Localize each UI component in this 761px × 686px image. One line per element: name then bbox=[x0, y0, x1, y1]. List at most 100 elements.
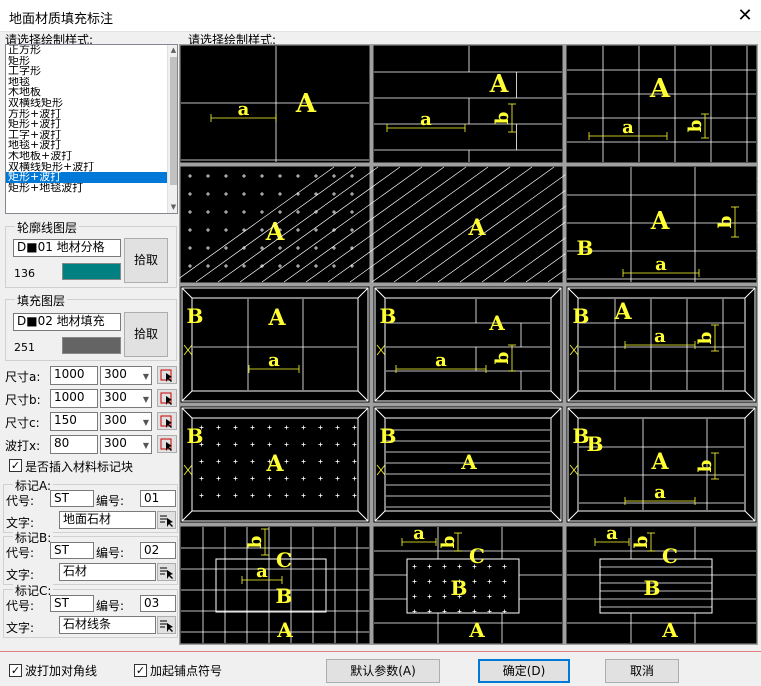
outline-color-swatch[interactable] bbox=[62, 263, 121, 280]
style-list-item[interactable]: 木地板 bbox=[6, 87, 167, 98]
style-list-item[interactable]: 工字形 bbox=[6, 66, 167, 77]
default-params-button[interactable]: 默认参数(A) bbox=[326, 659, 440, 683]
style-list-item[interactable]: 矩形+波打 bbox=[6, 119, 167, 130]
text-pick-icon bbox=[160, 620, 173, 632]
tile-label-A: A bbox=[460, 450, 477, 474]
style-thumbnail[interactable]: a b A bbox=[565, 44, 758, 164]
marker-code-input[interactable]: ST bbox=[50, 595, 94, 612]
size-combo[interactable]: 300 ▼ bbox=[100, 412, 152, 431]
marker-code-input[interactable]: ST bbox=[50, 542, 94, 559]
marker-code-label: 代号: bbox=[6, 546, 35, 560]
style-thumbnail[interactable]: abCBA bbox=[565, 523, 758, 645]
chevron-down-icon: ▼ bbox=[142, 441, 149, 450]
scroll-up-arrow-icon[interactable]: ▲ bbox=[168, 45, 177, 56]
tile-label-B: B bbox=[380, 304, 397, 328]
marker-text-pick-button[interactable] bbox=[157, 616, 176, 634]
outline-pick-button[interactable]: 拾取 bbox=[124, 238, 168, 283]
ok-button[interactable]: 确定(D) bbox=[478, 659, 570, 683]
marker-text-input[interactable]: 地面石材 bbox=[59, 511, 156, 529]
pick-cursor-button[interactable] bbox=[157, 366, 177, 384]
text-pick-icon bbox=[160, 567, 173, 579]
style-list-item[interactable]: 矩形+波打 bbox=[6, 172, 167, 183]
tile-label-A: A bbox=[276, 618, 293, 642]
style-thumbnail[interactable]: Aa b B bbox=[565, 165, 758, 284]
size-combo-value: 300 bbox=[104, 436, 127, 450]
style-thumbnail[interactable]: aA bbox=[179, 44, 371, 164]
scroll-thumb[interactable] bbox=[170, 57, 177, 185]
style-thumbnail[interactable]: a b A bbox=[372, 44, 564, 164]
tile-label-B: B bbox=[451, 576, 468, 600]
pick-cursor-button[interactable] bbox=[157, 412, 177, 430]
marker-text-pick-button[interactable] bbox=[157, 511, 176, 529]
style-thumbnail[interactable]: abCBA bbox=[372, 523, 564, 645]
tile-label-a: a bbox=[268, 350, 280, 371]
corner-line-checkbox[interactable]: ✓ bbox=[9, 664, 22, 677]
fill-color-swatch[interactable] bbox=[62, 337, 121, 354]
pick-cursor-button[interactable] bbox=[157, 389, 177, 407]
style-list-item[interactable]: 地毯 bbox=[6, 77, 167, 88]
style-thumbnail[interactable]: Aa b B bbox=[565, 285, 758, 404]
style-list-item[interactable]: 双横线矩形 bbox=[6, 98, 167, 109]
tile-label-A: A bbox=[265, 451, 284, 477]
marker-num-input[interactable]: 02 bbox=[140, 542, 176, 559]
pick-cursor-icon bbox=[160, 369, 172, 382]
style-thumbnail[interactable]: AB bbox=[179, 405, 371, 524]
tile-label-B: B bbox=[573, 424, 590, 448]
title-bar bbox=[0, 0, 761, 32]
tile-label-B: B bbox=[187, 304, 204, 328]
size-combo[interactable]: 300 ▼ bbox=[100, 366, 152, 385]
style-list-item[interactable]: 矩形+地毯波打 bbox=[6, 183, 167, 194]
style-list-item[interactable]: 正方形 bbox=[6, 45, 167, 56]
scroll-down-arrow-icon[interactable]: ▼ bbox=[168, 202, 177, 213]
window-title: 地面材质填充标注 bbox=[9, 12, 114, 27]
style-thumbnail[interactable]: AabBB bbox=[565, 405, 758, 524]
tile-label-A: A bbox=[267, 305, 286, 331]
style-thumbnail[interactable]: Aa b B bbox=[372, 285, 564, 404]
size-label: 尺寸b: bbox=[5, 393, 41, 407]
marker-text-input[interactable]: 石材线条 bbox=[59, 616, 156, 634]
close-button[interactable]: ✕ bbox=[732, 3, 758, 29]
tile-label-A: A bbox=[295, 89, 317, 119]
tile-label-b: b bbox=[695, 332, 716, 345]
tile-label-A: A bbox=[488, 311, 505, 335]
fill-pick-button[interactable]: 拾取 bbox=[124, 312, 168, 357]
style-listbox[interactable]: 正方形 矩形 工字形 地毯 木地板 双横线矩形 方形+波打 矩形+波打 工字+波打 地毯+波打 木地… bbox=[5, 44, 178, 214]
style-list-item[interactable]: 工字+波打 bbox=[6, 130, 167, 141]
size-combo[interactable]: 300 ▼ bbox=[100, 389, 152, 408]
cancel-button[interactable]: 取消 bbox=[605, 659, 679, 683]
size-label: 波打x: bbox=[5, 439, 41, 453]
pick-cursor-icon bbox=[160, 438, 172, 451]
style-thumbnail[interactable]: abCBA bbox=[179, 525, 371, 645]
style-list-item[interactable]: 木地板+波打 bbox=[6, 151, 167, 162]
style-list-item[interactable]: 矩形 bbox=[6, 56, 167, 67]
marker-text-input[interactable]: 石材 bbox=[59, 563, 156, 581]
tile-label-B: B bbox=[187, 424, 204, 448]
tile-label-a: a bbox=[435, 350, 447, 371]
style-thumbnail[interactable]: Aa B bbox=[179, 285, 371, 404]
marker-code-input[interactable]: ST bbox=[50, 490, 94, 507]
style-list-items: 正方形 矩形 工字形 地毯 木地板 双横线矩形 方形+波打 矩形+波打 工字+波打 地毯+波打 木地… bbox=[6, 45, 167, 193]
marker-num-input[interactable]: 03 bbox=[140, 595, 176, 612]
tile-label-A: A bbox=[649, 74, 671, 104]
style-list-scrollbar[interactable]: ▲ ▼ bbox=[167, 45, 177, 213]
style-list-item[interactable]: 双横线矩形+波打 bbox=[6, 162, 167, 173]
size-combo[interactable]: 300 ▼ bbox=[100, 435, 152, 454]
tile-label-B: B bbox=[577, 236, 594, 260]
corner-line-label: 波打加对角线 bbox=[25, 664, 98, 678]
size-input[interactable]: 1000 bbox=[50, 366, 98, 385]
size-input[interactable]: 80 bbox=[50, 435, 98, 454]
start-tile-checkbox[interactable]: ✓ bbox=[134, 664, 147, 677]
tile-label-b: b bbox=[631, 536, 652, 549]
pick-cursor-button[interactable] bbox=[157, 435, 177, 453]
style-list-item[interactable]: 方形+波打 bbox=[6, 109, 167, 120]
size-input[interactable]: 150 bbox=[50, 412, 98, 431]
style-list-item[interactable]: 地毯+波打 bbox=[6, 140, 167, 151]
insert-marker-checkbox[interactable]: ✓ bbox=[9, 459, 22, 472]
tile-label-b: b bbox=[492, 352, 513, 365]
size-input[interactable]: 1000 bbox=[50, 389, 98, 408]
marker-num-input[interactable]: 01 bbox=[140, 490, 176, 507]
style-thumbnail[interactable]: AB bbox=[372, 405, 564, 524]
marker-text-pick-button[interactable] bbox=[157, 563, 176, 581]
marker-num-label: 编号: bbox=[96, 494, 125, 508]
preview-svg[interactable]: a Aa bAa bAA A AabBAaB Aa bB Aa bBABABAabBBabCBAa… bbox=[173, 44, 761, 645]
